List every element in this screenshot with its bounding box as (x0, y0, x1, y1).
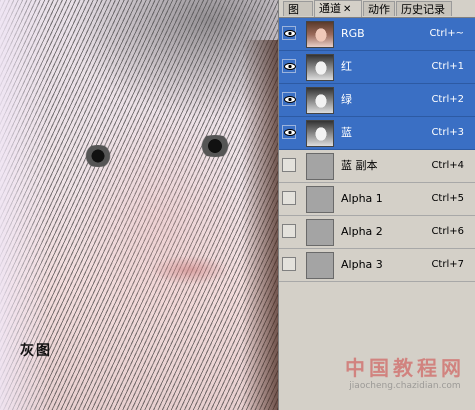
channel-shortcut: Ctrl+3 (431, 127, 464, 138)
gray-fill-thumbnail (306, 153, 334, 180)
channel-shortcut: Ctrl+4 (431, 160, 464, 171)
channel-name: 蓝 副本 (341, 159, 378, 172)
visibility-toggle[interactable] (282, 125, 296, 139)
visibility-toggle[interactable] (282, 158, 296, 172)
channel-row[interactable]: 红 Ctrl+1 (279, 51, 475, 84)
channel-row[interactable]: RGB Ctrl+~ (279, 18, 475, 51)
grayscale-thumbnail (306, 54, 334, 81)
canvas-caption: 灰图 (20, 343, 52, 359)
channel-name: RGB (341, 27, 365, 40)
visibility-toggle[interactable] (282, 26, 296, 40)
channel-name: 红 (341, 60, 352, 73)
channel-shortcut: Ctrl+1 (431, 61, 464, 72)
right-eye (195, 135, 235, 157)
mouth (150, 255, 230, 285)
visibility-toggle[interactable] (282, 191, 296, 205)
tab-layers[interactable]: 图层 (283, 1, 313, 31)
channels-panel: 图层 通道✕ 动作 历史记录 RGB Ctrl+~ 红 Ctrl+1 绿 Ctrl+2 蓝 C… (278, 0, 475, 410)
grayscale-thumbnail (306, 120, 334, 147)
channel-name: Alpha 1 (341, 192, 383, 205)
channel-shortcut: Ctrl+5 (431, 193, 464, 204)
close-icon[interactable]: ✕ (343, 4, 351, 15)
channel-shortcut: Ctrl+2 (431, 94, 464, 105)
tab-history[interactable]: 历史记录 (396, 1, 452, 16)
tab-label: 通道 (319, 2, 341, 15)
visibility-toggle[interactable] (282, 224, 296, 238)
color-thumbnail (306, 21, 334, 48)
panel-tabs: 图层 通道✕ 动作 历史记录 (279, 0, 475, 31)
left-eye (80, 145, 116, 167)
gray-fill-thumbnail (306, 219, 334, 246)
gray-fill-thumbnail (306, 186, 334, 213)
tab-channels[interactable]: 通道 ✕ (314, 0, 362, 17)
watermark-title: 中国教程网 (345, 356, 465, 380)
channel-shortcut: Ctrl+6 (431, 226, 464, 237)
grayscale-thumbnail (306, 87, 334, 114)
tab-label: 动作 (368, 3, 390, 16)
gray-fill-thumbnail (306, 252, 334, 279)
channel-name: Alpha 2 (341, 225, 383, 238)
channel-row[interactable]: 蓝 Ctrl+3 (279, 117, 475, 150)
visibility-toggle[interactable] (282, 59, 296, 73)
tab-actions[interactable]: 动作 (363, 1, 395, 16)
hair-shadow (242, 40, 278, 410)
channel-row[interactable]: Alpha 3 Ctrl+7 (279, 249, 475, 282)
channel-row[interactable]: Alpha 1 Ctrl+5 (279, 183, 475, 216)
visibility-toggle[interactable] (282, 257, 296, 271)
channel-name: 蓝 (341, 126, 352, 139)
watermark: 中国教程网 jiaocheng.chazidian.com (340, 352, 470, 391)
image-canvas[interactable]: 灰图 (0, 0, 278, 410)
watermark-url: jiaocheng.chazidian.com (349, 381, 461, 391)
channel-row[interactable]: 绿 Ctrl+2 (279, 84, 475, 117)
channel-shortcut: Ctrl+7 (431, 259, 464, 270)
channel-name: Alpha 3 (341, 258, 383, 271)
tab-label: 历史记录 (401, 3, 445, 16)
channel-row[interactable]: Alpha 2 Ctrl+6 (279, 216, 475, 249)
channel-shortcut: Ctrl+~ (429, 28, 464, 39)
visibility-toggle[interactable] (282, 92, 296, 106)
channel-row[interactable]: 蓝 副本 Ctrl+4 (279, 150, 475, 183)
channel-name: 绿 (341, 93, 352, 106)
